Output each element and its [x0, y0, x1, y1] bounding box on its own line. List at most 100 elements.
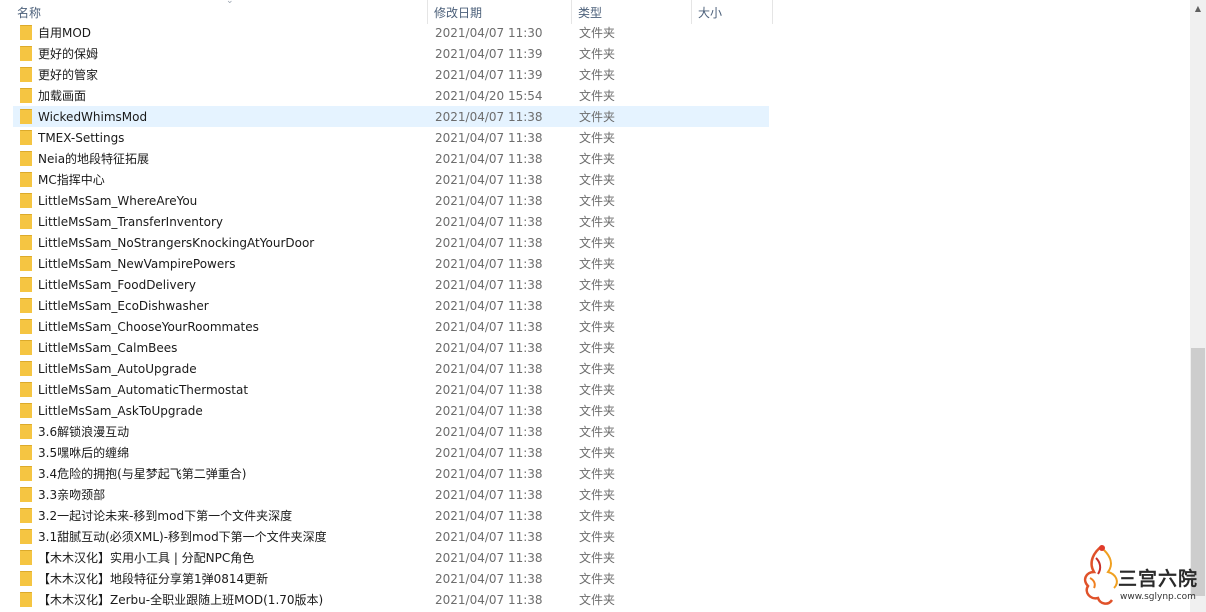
- watermark-logo: 三宫六院 www.sglynp.com: [1080, 540, 1206, 610]
- file-name: LittleMsSam_TransferInventory: [38, 215, 223, 229]
- file-modified-date: 2021/04/07 11:38: [435, 215, 543, 229]
- file-type: 文件夹: [579, 467, 616, 481]
- file-list: 自用MOD 2021/04/07 11:30 文件夹 更好的保姆 2021/04/07 …: [0, 22, 1190, 610]
- folder-icon: [20, 88, 32, 103]
- folder-icon: [20, 340, 32, 355]
- file-type: 文件夹: [579, 152, 616, 166]
- file-row[interactable]: LittleMsSam_WhereAreYou 2021/04/07 11:38 文…: [0, 190, 1190, 211]
- column-header-date[interactable]: 修改日期: [428, 0, 572, 24]
- file-name: LittleMsSam_AutomaticThermostat: [38, 383, 249, 397]
- file-row[interactable]: 加载画面 2021/04/20 15:54 文件夹: [0, 85, 1190, 106]
- file-name: 更好的管家: [38, 68, 99, 82]
- file-row[interactable]: 3.4危险的拥抱(与星梦起飞第二弹重合) 2021/04/07 11:38 文件夹: [0, 463, 1190, 484]
- file-row[interactable]: 3.1甜腻互动(必须XML)-移到mod下第一个文件夹深度 2021/04/07 …: [0, 526, 1190, 547]
- file-type: 文件夹: [579, 278, 616, 292]
- file-row[interactable]: 3.2一起讨论未来-移到mod下第一个文件夹深度 2021/04/07 11:38…: [0, 505, 1190, 526]
- file-row[interactable]: LittleMsSam_EcoDishwasher 2021/04/07 11:3…: [0, 295, 1190, 316]
- file-row[interactable]: LittleMsSam_FoodDelivery 2021/04/07 11:38…: [0, 274, 1190, 295]
- file-row[interactable]: Neia的地段特征拓展 2021/04/07 11:38 文件夹: [0, 148, 1190, 169]
- file-modified-date: 2021/04/07 11:39: [435, 47, 543, 61]
- folder-icon: [20, 46, 32, 61]
- file-type: 文件夹: [579, 404, 616, 418]
- file-modified-date: 2021/04/07 11:38: [435, 257, 543, 271]
- file-type: 文件夹: [579, 509, 616, 523]
- file-name: 3.6解锁浪漫互动: [38, 425, 130, 439]
- column-header-name[interactable]: 名称 ⌄: [11, 0, 428, 24]
- file-modified-date: 2021/04/07 11:38: [435, 194, 543, 208]
- folder-icon: [20, 67, 32, 82]
- folder-icon: [20, 256, 32, 271]
- file-modified-date: 2021/04/07 11:38: [435, 278, 543, 292]
- folder-icon: [20, 298, 32, 313]
- file-type: 文件夹: [579, 488, 616, 502]
- folder-icon: [20, 466, 32, 481]
- file-name: LittleMsSam_ChooseYourRoommates: [38, 320, 259, 334]
- folder-icon: [20, 550, 32, 565]
- file-type: 文件夹: [579, 47, 616, 61]
- file-modified-date: 2021/04/07 11:30: [435, 26, 543, 40]
- column-header-size[interactable]: 大小: [692, 0, 773, 24]
- file-type: 文件夹: [579, 110, 616, 124]
- file-modified-date: 2021/04/07 11:38: [435, 110, 543, 124]
- file-row[interactable]: 更好的保姆 2021/04/07 11:39 文件夹: [0, 43, 1190, 64]
- sort-chevron-icon: ⌄: [226, 0, 234, 6]
- file-row[interactable]: MC指挥中心 2021/04/07 11:38 文件夹: [0, 169, 1190, 190]
- column-header-type[interactable]: 类型: [572, 0, 692, 24]
- file-modified-date: 2021/04/20 15:54: [435, 89, 543, 103]
- file-row[interactable]: LittleMsSam_ChooseYourRoommates 2021/04/0…: [0, 316, 1190, 337]
- folder-icon: [20, 382, 32, 397]
- file-name: 3.1甜腻互动(必须XML)-移到mod下第一个文件夹深度: [38, 530, 327, 544]
- folder-icon: [20, 277, 32, 292]
- file-modified-date: 2021/04/07 11:38: [435, 509, 543, 523]
- file-row[interactable]: LittleMsSam_AskToUpgrade 2021/04/07 11:38…: [0, 400, 1190, 421]
- file-modified-date: 2021/04/07 11:38: [435, 572, 543, 586]
- file-row[interactable]: LittleMsSam_AutomaticThermostat 2021/04/0…: [0, 379, 1190, 400]
- scroll-up-arrow-icon[interactable]: ▲: [1190, 0, 1206, 17]
- file-row[interactable]: 更好的管家 2021/04/07 11:39 文件夹: [0, 64, 1190, 85]
- file-type: 文件夹: [579, 320, 616, 334]
- file-name: LittleMsSam_NoStrangersKnockingAtYourDoo…: [38, 236, 315, 250]
- file-row[interactable]: 【木木汉化】实用小工具 | 分配NPC角色 2021/04/07 11:38 文件夹: [0, 547, 1190, 568]
- file-row[interactable]: 3.6解锁浪漫互动 2021/04/07 11:38 文件夹: [0, 421, 1190, 442]
- file-type: 文件夹: [579, 173, 616, 187]
- file-row[interactable]: TMEX-Settings 2021/04/07 11:38 文件夹: [0, 127, 1190, 148]
- file-modified-date: 2021/04/07 11:38: [435, 425, 543, 439]
- column-header-bar: 名称 ⌄ 修改日期 类型 大小: [0, 0, 1206, 24]
- file-row[interactable]: 自用MOD 2021/04/07 11:30 文件夹: [0, 22, 1190, 43]
- file-row[interactable]: LittleMsSam_AutoUpgrade 2021/04/07 11:38 文…: [0, 358, 1190, 379]
- file-name: LittleMsSam_FoodDelivery: [38, 278, 196, 292]
- watermark-url: www.sglynp.com: [1120, 592, 1196, 602]
- file-row[interactable]: 3.3亲吻颈部 2021/04/07 11:38 文件夹: [0, 484, 1190, 505]
- file-modified-date: 2021/04/07 11:38: [435, 467, 543, 481]
- file-name: WickedWhimsMod: [38, 110, 148, 124]
- column-header-name-label: 名称: [17, 6, 42, 20]
- file-modified-date: 2021/04/07 11:38: [435, 530, 543, 544]
- file-name: 3.4危险的拥抱(与星梦起飞第二弹重合): [38, 467, 247, 481]
- column-header-size-label: 大小: [698, 6, 723, 20]
- file-modified-date: 2021/04/07 11:38: [435, 236, 543, 250]
- folder-icon: [20, 403, 32, 418]
- vertical-scrollbar[interactable]: ▲: [1190, 0, 1206, 612]
- file-type: 文件夹: [579, 299, 616, 313]
- file-row[interactable]: LittleMsSam_TransferInventory 2021/04/07 …: [0, 211, 1190, 232]
- file-modified-date: 2021/04/07 11:38: [435, 593, 543, 607]
- file-row[interactable]: 【木木汉化】Zerbu-全职业跟随上班MOD(1.70版本) 2021/04/07…: [0, 589, 1190, 610]
- file-row[interactable]: WickedWhimsMod 2021/04/07 11:38 文件夹: [0, 106, 1190, 127]
- file-type: 文件夹: [579, 530, 616, 544]
- file-name: 【木木汉化】实用小工具 | 分配NPC角色: [38, 551, 255, 565]
- file-type: 文件夹: [579, 26, 616, 40]
- file-name: LittleMsSam_AskToUpgrade: [38, 404, 203, 418]
- file-row[interactable]: 【木木汉化】地段特征分享第1弹0814更新 2021/04/07 11:38 文件夹: [0, 568, 1190, 589]
- file-row[interactable]: LittleMsSam_CalmBees 2021/04/07 11:38 文件夹: [0, 337, 1190, 358]
- file-modified-date: 2021/04/07 11:38: [435, 320, 543, 334]
- file-row[interactable]: LittleMsSam_NewVampirePowers 2021/04/07 1…: [0, 253, 1190, 274]
- folder-icon: [20, 235, 32, 250]
- file-row[interactable]: LittleMsSam_NoStrangersKnockingAtYourDoo…: [0, 232, 1190, 253]
- folder-icon: [20, 361, 32, 376]
- file-type: 文件夹: [579, 236, 616, 250]
- folder-icon: [20, 214, 32, 229]
- file-row[interactable]: 3.5嘿咻后的缠绵 2021/04/07 11:38 文件夹: [0, 442, 1190, 463]
- file-modified-date: 2021/04/07 11:39: [435, 68, 543, 82]
- column-header-date-label: 修改日期: [434, 6, 483, 20]
- file-name: TMEX-Settings: [38, 131, 125, 145]
